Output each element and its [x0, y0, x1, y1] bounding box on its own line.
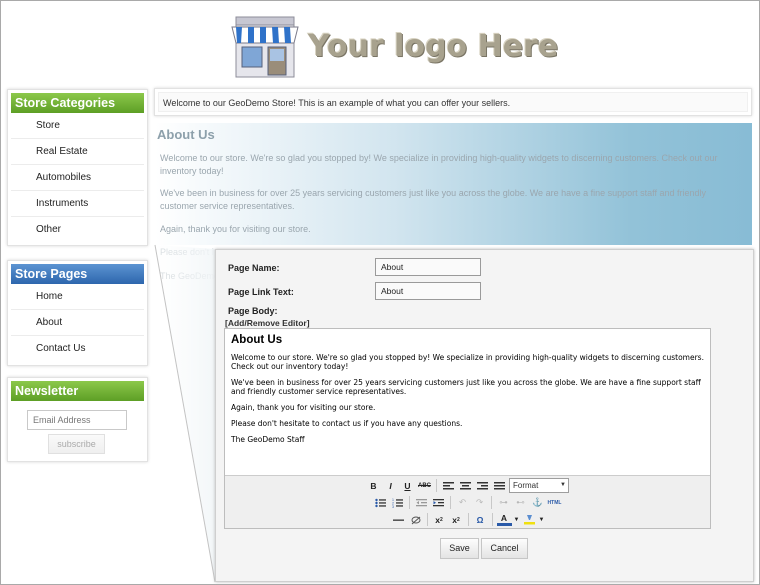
store-pages-list: Home About Contact Us [8, 284, 147, 365]
page-name-input[interactable]: About [375, 258, 481, 276]
format-select-value: Format [513, 481, 539, 490]
chevron-down-icon: ▼ [560, 482, 566, 488]
newsletter-title: Newsletter [11, 381, 144, 401]
indent-icon[interactable] [431, 495, 446, 510]
superscript-icon[interactable]: x2 [449, 512, 464, 527]
italic-icon[interactable]: I [383, 478, 398, 493]
numbered-list-icon[interactable]: 123 [390, 495, 405, 510]
toolbar-separator [467, 513, 469, 526]
page-body-label: Page Body: [228, 306, 278, 316]
align-justify-icon[interactable] [492, 478, 507, 493]
bullet-list-icon[interactable] [373, 495, 388, 510]
editor-paragraph-2: We've been in business for over 25 years… [231, 378, 701, 396]
editor-content[interactable]: About Us Welcome to our store. We're so … [225, 329, 710, 475]
editor-paragraph-5: The GeoDemo Staff [231, 435, 305, 444]
about-paragraph-2: We've been in business for over 25 years… [160, 188, 707, 211]
page-link-text-label: Page Link Text: [228, 287, 294, 297]
welcome-text: Welcome to our GeoDemo Store! This is an… [158, 92, 748, 112]
add-remove-editor-link[interactable]: [Add/Remove Editor] [225, 318, 310, 328]
about-paragraph-5: The GeoDemo [160, 271, 220, 281]
editor-toolbar: B I U ABC Format ▼ 1 2 3 ↶ ↷ ⊶ ⊷ ⚓ HTML … [225, 475, 710, 528]
page-link-text-input[interactable]: About [375, 282, 481, 300]
bold-icon[interactable]: B [366, 478, 381, 493]
format-select[interactable]: Format ▼ [509, 478, 569, 493]
highlight-color-icon[interactable] [522, 512, 537, 527]
toolbar-row-3: x2 x2 Ω A ▼ ▼ [225, 511, 710, 528]
chevron-down-icon[interactable]: ▼ [539, 512, 545, 527]
editor-paragraph-1: Welcome to our store. We're so glad you … [231, 353, 704, 371]
about-title: About Us [157, 127, 215, 142]
toolbar-separator [426, 513, 428, 526]
text-color-icon[interactable]: A [496, 513, 512, 526]
page-name-label: Page Name: [228, 263, 280, 273]
store-categories-box: Store Categories Store Real Estate Autom… [7, 89, 148, 246]
store-pages-title: Store Pages [11, 264, 144, 284]
redo-icon[interactable]: ↷ [472, 495, 487, 510]
editor-paragraph-4: Please don't hesitate to contact us if y… [231, 419, 463, 428]
chevron-down-icon[interactable]: ▼ [514, 512, 520, 527]
toolbar-row-2: 123 ↶ ↷ ⊶ ⊷ ⚓ HTML [225, 494, 710, 511]
toolbar-separator [436, 479, 437, 492]
editor-heading: About Us [231, 334, 283, 346]
category-item-store[interactable]: Store [11, 113, 144, 139]
save-button[interactable]: Save [440, 538, 479, 559]
align-center-icon[interactable] [458, 478, 473, 493]
store-pages-box: Store Pages Home About Contact Us [7, 260, 148, 366]
horizontal-rule-icon[interactable] [391, 512, 406, 527]
remove-format-icon[interactable] [408, 512, 423, 527]
category-item-real-estate[interactable]: Real Estate [11, 139, 144, 165]
store-categories-title: Store Categories [11, 93, 144, 113]
about-paragraph-1: Welcome to our store. We're so glad you … [160, 153, 718, 176]
rich-text-editor[interactable]: About Us Welcome to our store. We're so … [224, 328, 711, 529]
page-item-about[interactable]: About [11, 310, 144, 336]
align-right-icon[interactable] [475, 478, 490, 493]
underline-icon[interactable]: U [400, 478, 415, 493]
editor-paragraph-3: Again, thank you for visiting our store. [231, 403, 376, 412]
store-front-icon [228, 13, 300, 79]
toolbar-separator [491, 513, 493, 526]
subscribe-button[interactable]: subscribe [48, 434, 105, 454]
page-item-home[interactable]: Home [11, 284, 144, 310]
logo-text: Your logo Here [308, 28, 559, 64]
logo[interactable]: Your logo Here [228, 10, 558, 82]
unlink-icon[interactable]: ⊷ [513, 495, 528, 510]
about-paragraph-3: Again, thank you for visiting our store. [160, 224, 311, 234]
toolbar-row-1: B I U ABC Format ▼ [225, 477, 710, 494]
link-icon[interactable]: ⊶ [496, 495, 511, 510]
outdent-icon[interactable] [414, 495, 429, 510]
category-item-automobiles[interactable]: Automobiles [11, 165, 144, 191]
html-source-icon[interactable]: HTML [547, 495, 562, 510]
toolbar-separator [450, 496, 451, 509]
toolbar-separator [409, 496, 410, 509]
category-item-other[interactable]: Other [11, 217, 144, 243]
page-item-contact-us[interactable]: Contact Us [11, 336, 144, 362]
store-categories-list: Store Real Estate Automobiles Instrument… [8, 113, 147, 246]
special-character-icon[interactable]: Ω [473, 512, 488, 527]
cancel-button[interactable]: Cancel [481, 538, 528, 559]
category-item-instruments[interactable]: Instruments [11, 191, 144, 217]
align-left-icon[interactable] [441, 478, 456, 493]
svg-text:3: 3 [392, 505, 394, 508]
toolbar-separator [491, 496, 492, 509]
strikethrough-icon[interactable]: ABC [417, 478, 432, 493]
subscript-icon[interactable]: x2 [432, 512, 447, 527]
anchor-icon[interactable]: ⚓ [530, 495, 545, 510]
newsletter-email-input[interactable]: Email Address [27, 410, 127, 430]
about-paragraph-4: Please don't h [160, 247, 217, 257]
undo-icon[interactable]: ↶ [455, 495, 470, 510]
welcome-bar: Welcome to our GeoDemo Store! This is an… [154, 88, 752, 116]
